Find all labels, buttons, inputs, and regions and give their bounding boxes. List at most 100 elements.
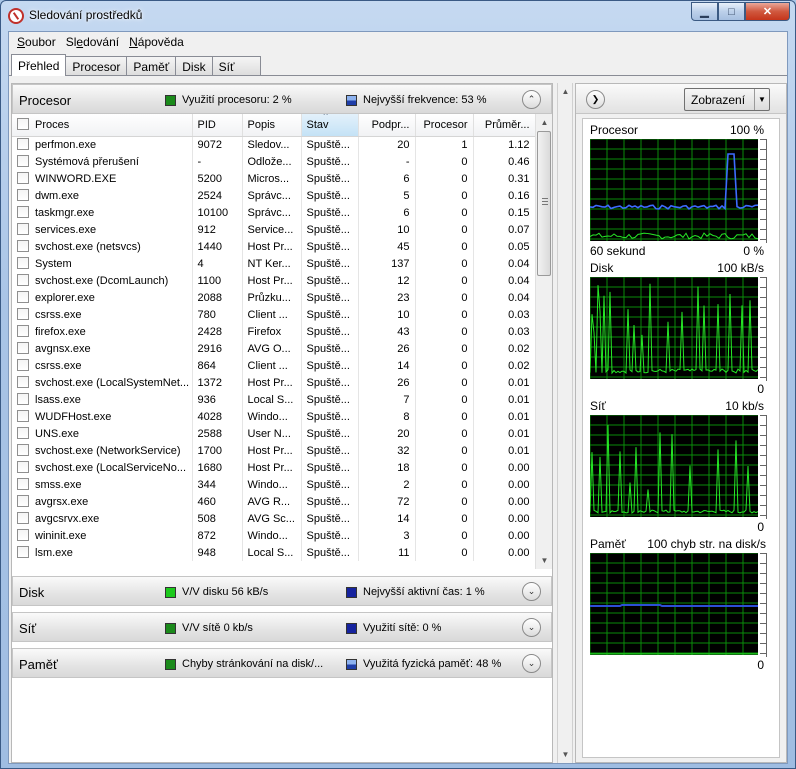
- row-checkbox[interactable]: [17, 223, 29, 235]
- collapse-graphs-button[interactable]: ❯: [586, 90, 605, 109]
- process-name-cell: csrss.exe: [12, 306, 193, 323]
- cpu-collapse-button[interactable]: ⌃: [522, 90, 541, 109]
- column-header-prumer[interactable]: Průměr...: [473, 114, 536, 137]
- row-checkbox[interactable]: [17, 342, 29, 354]
- column-header-procesor[interactable]: Procesor: [415, 114, 474, 137]
- table-row[interactable]: svchost.exe (LocalSystemNet... 1372 Host P…: [12, 374, 536, 391]
- column-header-pid[interactable]: PID: [192, 114, 243, 137]
- table-row[interactable]: svchost.exe (netsvcs) 1440 Host Pr... Spušt…: [12, 238, 536, 255]
- tab-pamet[interactable]: Paměť: [126, 56, 177, 76]
- table-row[interactable]: WINWORD.EXE 5200 Micros... Spuště... 6 0 0.31: [12, 170, 536, 187]
- row-checkbox[interactable]: [17, 427, 29, 439]
- title-bar[interactable]: Sledování prostředků ▁ □ ✕: [1, 1, 795, 31]
- table-row[interactable]: System 4 NT Ker... Spuště... 137 0 0.04: [12, 255, 536, 272]
- row-checkbox[interactable]: [17, 495, 29, 507]
- row-checkbox[interactable]: [17, 155, 29, 167]
- menu-sledovani[interactable]: Sledování: [61, 32, 124, 52]
- threads-cell: 6: [358, 204, 416, 221]
- table-row[interactable]: csrss.exe 864 Client ... Spuště... 14 0 0.02: [12, 357, 536, 374]
- menu-napoveda[interactable]: Nápověda: [124, 32, 189, 52]
- scroll-thumb[interactable]: [537, 131, 551, 276]
- table-row[interactable]: services.exe 912 Service... Spuště... 10 0 0.0…: [12, 221, 536, 238]
- row-checkbox[interactable]: [17, 240, 29, 252]
- threads-cell: 12: [358, 272, 416, 289]
- row-checkbox[interactable]: [17, 172, 29, 184]
- splitter-down-arrow-icon[interactable]: ▼: [561, 750, 570, 759]
- table-row[interactable]: avgcsrvx.exe 508 AVG Sc... Spuště... 14 0 0.00: [12, 510, 536, 527]
- memory-section-header[interactable]: Paměť Chyby stránkování na disk/... Využ…: [12, 648, 552, 678]
- splitter-up-arrow-icon[interactable]: ▲: [561, 87, 570, 96]
- row-checkbox[interactable]: [17, 274, 29, 286]
- maximize-button[interactable]: □: [718, 2, 745, 21]
- table-row[interactable]: lsm.exe 948 Local S... Spuště... 11 0 0.00: [12, 544, 536, 561]
- table-row[interactable]: svchost.exe (NetworkService) 1700 Host Pr.…: [12, 442, 536, 459]
- row-checkbox[interactable]: [17, 291, 29, 303]
- scroll-up-arrow-icon[interactable]: ▲: [536, 114, 553, 131]
- row-checkbox[interactable]: [17, 512, 29, 524]
- table-row[interactable]: svchost.exe (DcomLaunch) 1100 Host Pr... Sp…: [12, 272, 536, 289]
- disk-section-header[interactable]: Disk V/V disku 56 kB/s Nejvyšší aktivní …: [12, 576, 552, 606]
- process-name: dwm.exe: [35, 190, 80, 202]
- table-row[interactable]: UNS.exe 2588 User N... Spuště... 20 0 0.01: [12, 425, 536, 442]
- scroll-down-arrow-icon[interactable]: ▼: [536, 552, 553, 569]
- tab-prehled[interactable]: Přehled: [11, 54, 67, 76]
- menu-soubor[interactable]: Soubor: [12, 32, 61, 52]
- column-header-podprocesy[interactable]: Podpr...: [358, 114, 416, 137]
- table-row[interactable]: perfmon.exe 9072 Sledov... Spuště... 20 1 1.12: [12, 136, 536, 153]
- row-checkbox[interactable]: [17, 376, 29, 388]
- row-checkbox[interactable]: [17, 359, 29, 371]
- process-table: Proces PID Popis Stav Podpr... Procesor …: [12, 114, 536, 561]
- cpu-section-header[interactable]: Procesor Využití procesoru: 2 % Nejvyšší…: [12, 84, 552, 114]
- description-cell: Odlože...: [242, 153, 302, 170]
- table-row[interactable]: smss.exe 344 Windo... Spuště... 2 0 0.00: [12, 476, 536, 493]
- cpu-cell: 0: [415, 255, 474, 272]
- tab-disk[interactable]: Disk: [175, 56, 213, 76]
- table-row[interactable]: WUDFHost.exe 4028 Windo... Spuště... 8 0 0.01: [12, 408, 536, 425]
- table-row[interactable]: dwm.exe 2524 Správc... Spuště... 5 0 0.16: [12, 187, 536, 204]
- row-checkbox[interactable]: [17, 325, 29, 337]
- table-row[interactable]: explorer.exe 2088 Průzku... Spuště... 23 0 0.0…: [12, 289, 536, 306]
- row-checkbox[interactable]: [17, 546, 29, 558]
- minimize-button[interactable]: ▁: [691, 2, 718, 21]
- row-checkbox[interactable]: [17, 257, 29, 269]
- process-name: Systémová přerušení: [35, 156, 139, 168]
- process-table-scrollbar[interactable]: ▲ ▼: [535, 114, 552, 569]
- table-row[interactable]: lsass.exe 936 Local S... Spuště... 7 0 0.01: [12, 391, 536, 408]
- table-row[interactable]: avgrsx.exe 460 AVG R... Spuště... 72 0 0.00: [12, 493, 536, 510]
- select-all-checkbox[interactable]: [17, 118, 29, 131]
- process-name-cell: System: [12, 255, 193, 272]
- tab-sit[interactable]: Síť: [211, 56, 262, 76]
- row-checkbox[interactable]: [17, 444, 29, 456]
- tab-procesor[interactable]: Procesor: [65, 56, 128, 76]
- close-button[interactable]: ✕: [745, 2, 790, 21]
- network-expand-button[interactable]: ⌄: [522, 618, 541, 637]
- table-row[interactable]: Systémová přerušení - Odlože... Spuště... -0…: [12, 153, 536, 170]
- row-checkbox[interactable]: [17, 308, 29, 320]
- table-row[interactable]: svchost.exe (LocalServiceNo... 1680 Host P…: [12, 459, 536, 476]
- description-cell: Host Pr...: [242, 238, 302, 255]
- view-dropdown-button[interactable]: Zobrazení ▼: [684, 88, 770, 111]
- row-checkbox[interactable]: [17, 393, 29, 405]
- network-section-header[interactable]: Síť V/V sítě 0 kb/s Využití sítě: 0 % ⌄: [12, 612, 552, 642]
- table-row[interactable]: csrss.exe 780 Client ... Spuště... 10 0 0.03: [12, 306, 536, 323]
- memory-expand-button[interactable]: ⌄: [522, 654, 541, 673]
- table-row[interactable]: taskmgr.exe 10100 Správc... Spuště... 6 0 0.15: [12, 204, 536, 221]
- pane-splitter[interactable]: ▲ ▼: [557, 83, 573, 763]
- row-checkbox[interactable]: [17, 461, 29, 473]
- menu-sledovani-pre: Sl: [65, 35, 77, 49]
- description-cell: Host Pr...: [242, 442, 302, 459]
- process-name: svchost.exe (LocalSystemNet...: [35, 377, 190, 389]
- table-row[interactable]: avgnsx.exe 2916 AVG O... Spuště... 26 0 0.02: [12, 340, 536, 357]
- table-row[interactable]: firefox.exe 2428 Firefox Spuště... 43 0 0.03: [12, 323, 536, 340]
- row-checkbox[interactable]: [17, 138, 29, 151]
- row-checkbox[interactable]: [17, 529, 29, 541]
- row-checkbox[interactable]: [17, 410, 29, 422]
- row-checkbox[interactable]: [17, 206, 29, 218]
- row-checkbox[interactable]: [17, 189, 29, 201]
- table-row[interactable]: wininit.exe 872 Windo... Spuště... 3 0 0.00: [12, 527, 536, 544]
- row-checkbox[interactable]: [17, 478, 29, 490]
- disk-expand-button[interactable]: ⌄: [522, 582, 541, 601]
- column-header-popis[interactable]: Popis: [242, 114, 302, 137]
- column-header-proces[interactable]: Proces: [12, 114, 193, 137]
- column-header-stav[interactable]: Stav: [301, 114, 359, 137]
